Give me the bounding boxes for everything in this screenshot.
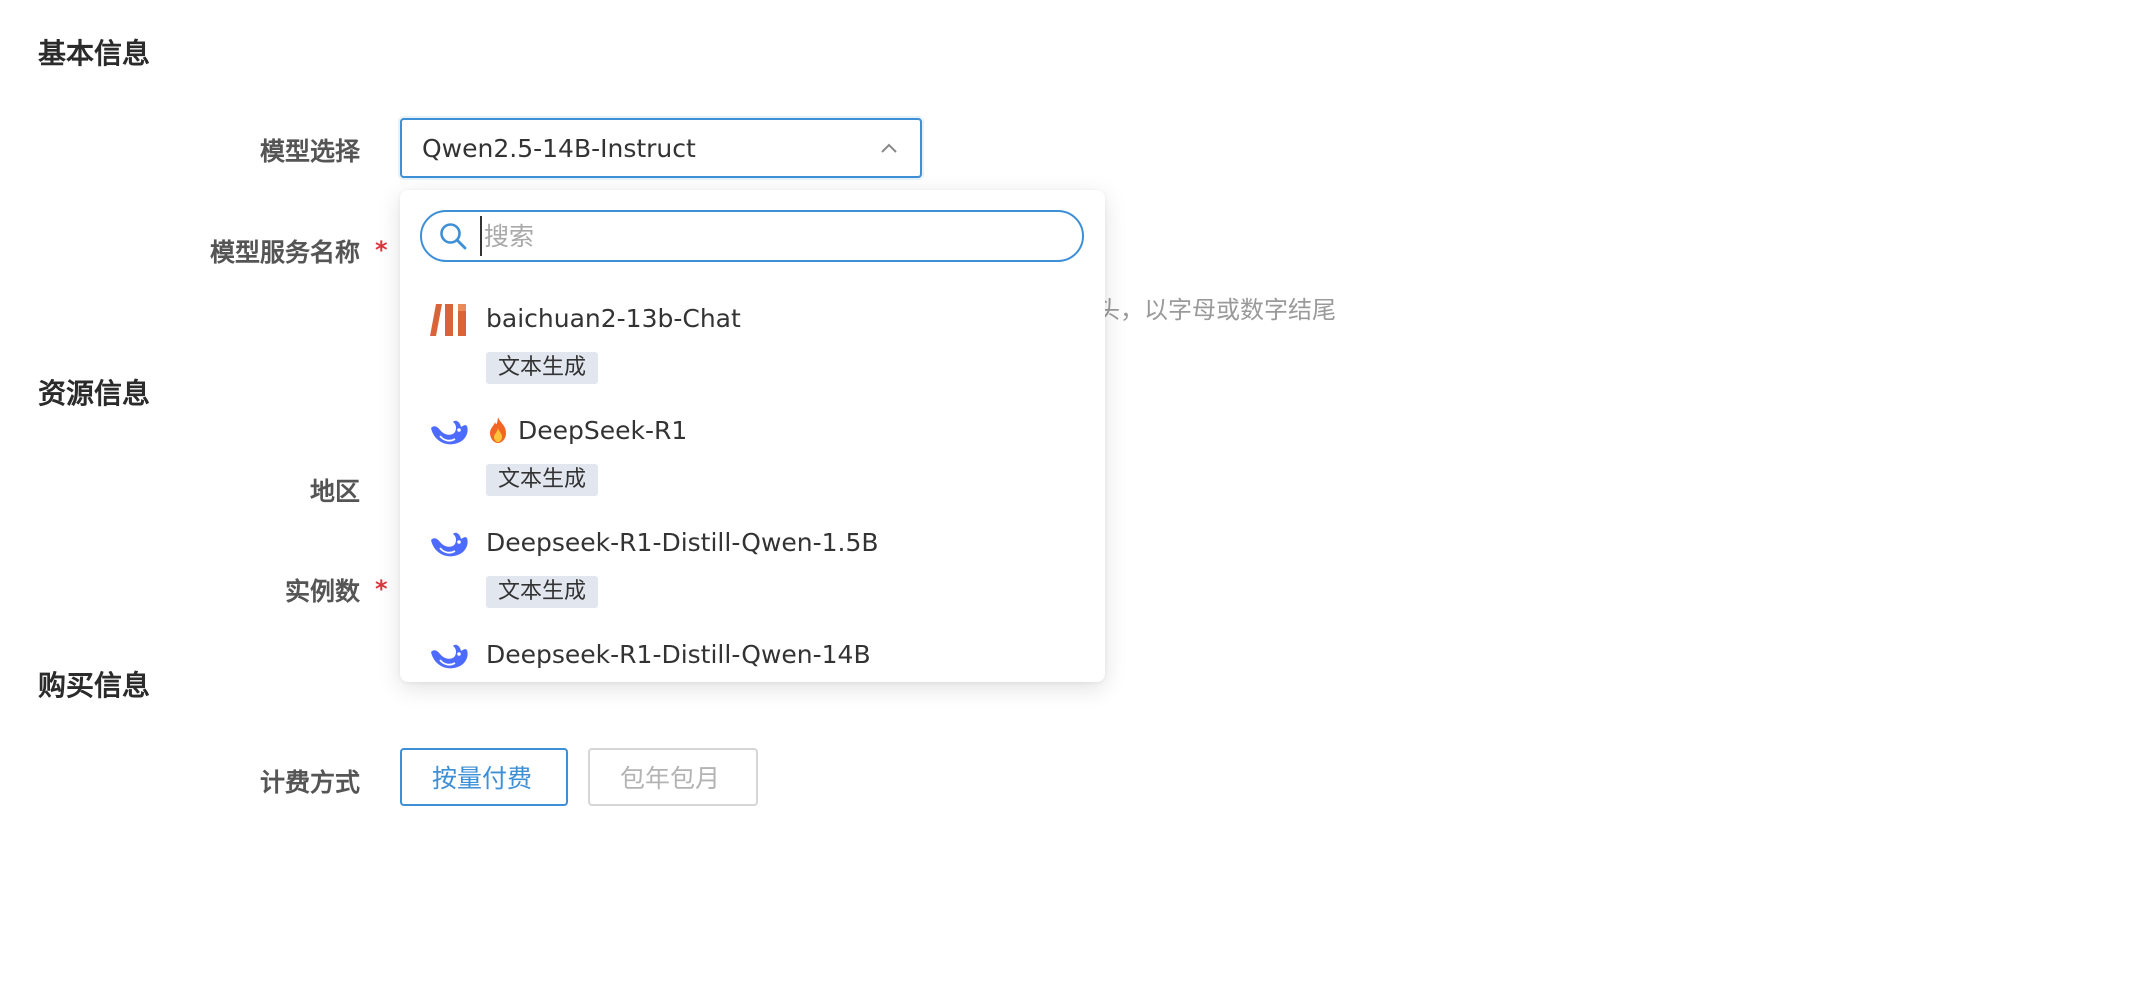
baichuan-logo-icon (430, 304, 466, 336)
deepseek-whale-icon (431, 420, 468, 445)
section-title-resource-info: 资源信息 (38, 377, 151, 410)
option-tag: 文本生成 (486, 352, 599, 384)
model-select-value: Qwen2.5-14B-Instruct (422, 133, 696, 163)
option-name: baichuan2-13b-Chat (486, 304, 741, 333)
option-name: Deepseek-R1-Distill-Qwen-14B (486, 640, 871, 669)
billing-pay-as-you-go-button[interactable]: 按量付费 (400, 748, 568, 806)
required-mark: * (375, 236, 388, 264)
option-name: DeepSeek-R1 (518, 416, 688, 445)
search-input[interactable] (480, 216, 1060, 256)
chevron-up-icon (881, 143, 897, 153)
search-icon (440, 223, 467, 250)
section-title-basic-info: 基本信息 (38, 37, 151, 70)
model-option-baichuan2-13b-chat[interactable]: baichuan2-13b-Chat 文本生成 (400, 288, 1105, 400)
model-select[interactable]: Qwen2.5-14B-Instruct (400, 118, 922, 178)
dropdown-search[interactable] (420, 210, 1084, 262)
model-dropdown: baichuan2-13b-Chat 文本生成 DeepSeek-R1 文本生成 (400, 190, 1105, 682)
model-option-deepseek-r1-distill-qwen-1-5b[interactable]: Deepseek-R1-Distill-Qwen-1.5B 文本生成 (400, 512, 1105, 624)
deepseek-whale-icon (431, 644, 468, 669)
deepseek-whale-icon (431, 532, 468, 557)
billing-label: 计费方式 (259, 768, 360, 797)
model-select-label: 模型选择 (259, 137, 360, 166)
model-option-deepseek-r1-distill-qwen-14b[interactable]: Deepseek-R1-Distill-Qwen-14B (400, 624, 1105, 682)
service-name-label: 模型服务名称 (209, 238, 360, 267)
option-tag: 文本生成 (486, 576, 599, 608)
section-title-purchase-info: 购买信息 (38, 669, 151, 702)
required-mark: * (375, 575, 388, 603)
option-name: Deepseek-R1-Distill-Qwen-1.5B (486, 528, 879, 557)
fire-icon (490, 417, 506, 443)
region-label: 地区 (309, 477, 360, 506)
model-option-deepseek-r1[interactable]: DeepSeek-R1 文本生成 (400, 400, 1105, 512)
service-name-hint: 头，以字母或数字结尾 (1096, 296, 1336, 324)
option-tag: 文本生成 (486, 464, 599, 496)
create-model-service-form: 基本信息 模型选择 Qwen2.5-14B-Instruct 模型服务名称 * … (0, 0, 2150, 1000)
instances-label: 实例数 (284, 577, 360, 606)
billing-subscription-button[interactable]: 包年包月 (588, 748, 758, 806)
